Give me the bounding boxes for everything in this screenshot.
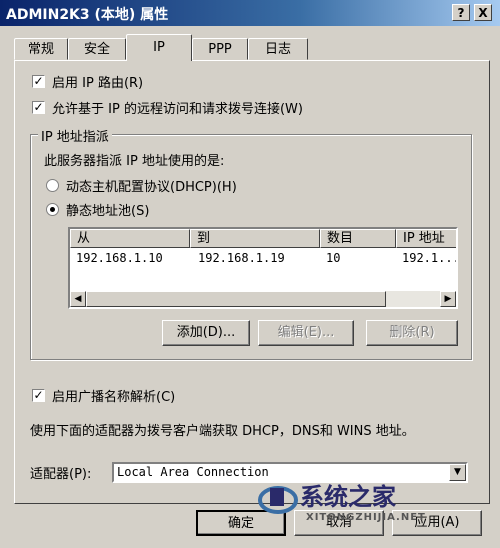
adapter-description: 使用下面的适配器为拨号客户端获取 DHCP，DNS和 WINS 地址。: [30, 424, 415, 439]
scroll-thumb[interactable]: [86, 291, 386, 307]
edit-button[interactable]: 编辑(E)...: [258, 320, 354, 346]
table-row-ip[interactable]: 192.1...: [402, 251, 456, 265]
chevron-down-icon[interactable]: ▼: [449, 464, 466, 481]
static-pool-radio[interactable]: [46, 203, 59, 216]
broadcast-label: 启用广播名称解析(C): [52, 390, 176, 405]
close-button[interactable]: X: [474, 4, 492, 21]
adapter-label: 适配器(P):: [30, 467, 92, 482]
remote-access-checkbox[interactable]: ✓: [32, 101, 45, 114]
col-header-count[interactable]: 数目: [320, 229, 396, 248]
broadcast-checkbox[interactable]: ✓: [32, 389, 45, 402]
watermark-logo-icon: [258, 486, 298, 514]
watermark-text: 系统之家: [300, 483, 396, 511]
table-row-from[interactable]: 192.168.1.10: [76, 251, 163, 265]
col-header-ip[interactable]: IP 地址: [396, 229, 456, 248]
static-pool-label: 静态地址池(S): [66, 204, 150, 219]
ip-routing-checkbox[interactable]: ✓: [32, 75, 45, 88]
table-row-count[interactable]: 10: [326, 251, 340, 265]
window-title: ADMIN2K3 (本地) 属性: [6, 7, 169, 23]
table-row-to[interactable]: 192.168.1.19: [198, 251, 285, 265]
dhcp-label: 动态主机配置协议(DHCP)(H): [66, 180, 237, 195]
ip-routing-label: 启用 IP 路由(R): [52, 76, 144, 91]
add-button[interactable]: 添加(D)...: [162, 320, 250, 346]
scroll-right-icon[interactable]: ▶: [440, 291, 456, 307]
horizontal-scrollbar[interactable]: ◀ ▶: [70, 291, 456, 307]
delete-button[interactable]: 删除(R): [366, 320, 458, 346]
tab-ppp[interactable]: PPP: [192, 38, 248, 60]
tab-log[interactable]: 日志: [248, 38, 308, 60]
dhcp-radio[interactable]: [46, 179, 59, 192]
scroll-left-icon[interactable]: ◀: [70, 291, 86, 307]
tab-ip[interactable]: IP: [126, 34, 192, 61]
help-button[interactable]: ?: [452, 4, 470, 21]
tab-security[interactable]: 安全: [68, 38, 126, 60]
adapter-value: Local Area Connection: [117, 465, 269, 479]
assignment-description: 此服务器指派 IP 地址使用的是:: [44, 154, 225, 169]
ip-assignment-title: IP 地址指派: [38, 126, 112, 145]
address-pool-list[interactable]: 从 到 数目 IP 地址 192.168.1.10 192.168.1.19 1…: [68, 227, 458, 309]
remote-access-label: 允许基于 IP 的远程访问和请求拨号连接(W): [52, 102, 303, 117]
tab-general[interactable]: 常规: [14, 38, 68, 60]
col-header-from[interactable]: 从: [70, 229, 190, 248]
watermark-subtext: XITONGZHIJIA.NET: [306, 512, 426, 523]
col-header-to[interactable]: 到: [190, 229, 320, 248]
